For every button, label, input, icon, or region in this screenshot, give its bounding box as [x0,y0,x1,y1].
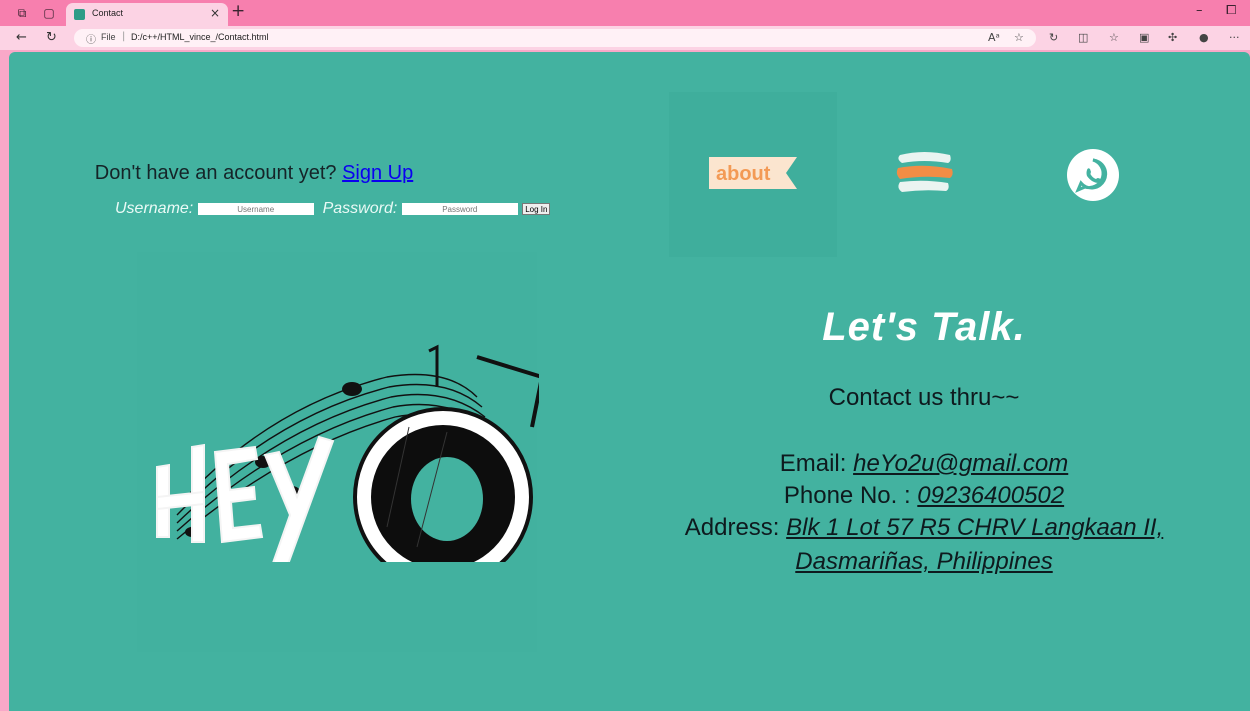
address-label: Address: [684,514,780,541]
contact-intro: Contact us thru~~ [828,384,1020,411]
heyo-logo [156,344,539,562]
url-text[interactable]: D:/c++/HTML_vince_/Contact.html [131,32,269,42]
tab-actions-icon[interactable]: ▢ [42,6,56,20]
about-button[interactable]: about [709,157,797,189]
favorite-star-icon[interactable]: ☆ [1014,31,1024,44]
username-label: Username: [115,200,194,217]
profile-icon[interactable]: ● [1199,31,1209,44]
email-label: Email: [779,450,847,477]
account-prompt: Don't have an account yet? Sign Up [9,162,499,185]
account-prompt-text: Don't have an account yet? [94,162,337,184]
tab-title: Contact [92,8,124,18]
read-aloud-icon[interactable]: Aᵃ [988,31,1000,44]
copilot-icon[interactable]: ✣ [1168,31,1177,44]
username-input[interactable] [197,203,314,215]
whatsapp-icon[interactable] [1066,148,1120,202]
collections-icon[interactable]: ▣ [1139,31,1149,44]
split-screen-icon[interactable]: ◫ [1078,31,1088,44]
address-link-line1[interactable]: Blk 1 Lot 57 R5 CHRV Langkaan II, [786,514,1163,541]
password-label: Password: [322,200,398,217]
page-content: Don't have an account yet? Sign Up Usern… [9,52,1250,711]
favorites-icon[interactable]: ☆ [1109,31,1119,44]
new-tab-icon[interactable]: + [231,1,245,21]
about-label: about [716,163,771,185]
address-link-line2[interactable]: Dasmariñas, Philippines [795,548,1052,575]
url-separator: | [122,31,126,42]
email-link[interactable]: heYo2u@gmail.com [853,450,1068,477]
address-row-2: Dasmariñas, Philippines [654,548,1194,576]
address-bar[interactable]: ⓘ File | D:/c++/HTML_vince_/Contact.html [74,29,1036,47]
phone-label: Phone No. : [783,482,911,509]
close-tab-icon[interactable]: × [210,6,220,20]
tab-contact[interactable]: Contact × [66,3,228,26]
favicon-icon [74,9,85,20]
more-options-icon[interactable]: ··· [1229,31,1240,44]
phone-row: Phone No. : 09236400502 [654,482,1194,510]
workspaces-icon[interactable]: ⧉ [15,6,29,20]
browser-tab-bar: ⧉ ▢ Contact × + – ⧠ [0,0,1250,26]
signup-link[interactable]: Sign Up [342,162,413,184]
phone-link[interactable]: 09236400502 [917,482,1064,509]
refresh-icon[interactable]: ↻ [46,30,57,45]
minimize-icon[interactable]: – [1196,3,1203,18]
menu-brush-icon[interactable] [894,149,954,197]
back-icon[interactable]: ← [16,30,27,45]
address-row: Address: Blk 1 Lot 57 R5 CHRV Langkaan I… [654,514,1194,542]
email-row: Email: heYo2u@gmail.com [654,450,1194,478]
info-icon[interactable]: ⓘ [86,31,96,46]
password-input[interactable] [401,203,518,215]
address-bar-row: ← ↻ ⓘ File | D:/c++/HTML_vince_/Contact.… [0,26,1250,50]
extensions-icon[interactable]: ↻ [1049,31,1058,44]
restore-icon[interactable]: ⧠ [1226,3,1236,18]
contact-heading: Let's Talk. [822,305,1026,349]
login-form: Username: Password: Log In [115,200,551,220]
url-scheme-label: File [101,32,116,42]
login-button[interactable]: Log In [522,203,551,215]
